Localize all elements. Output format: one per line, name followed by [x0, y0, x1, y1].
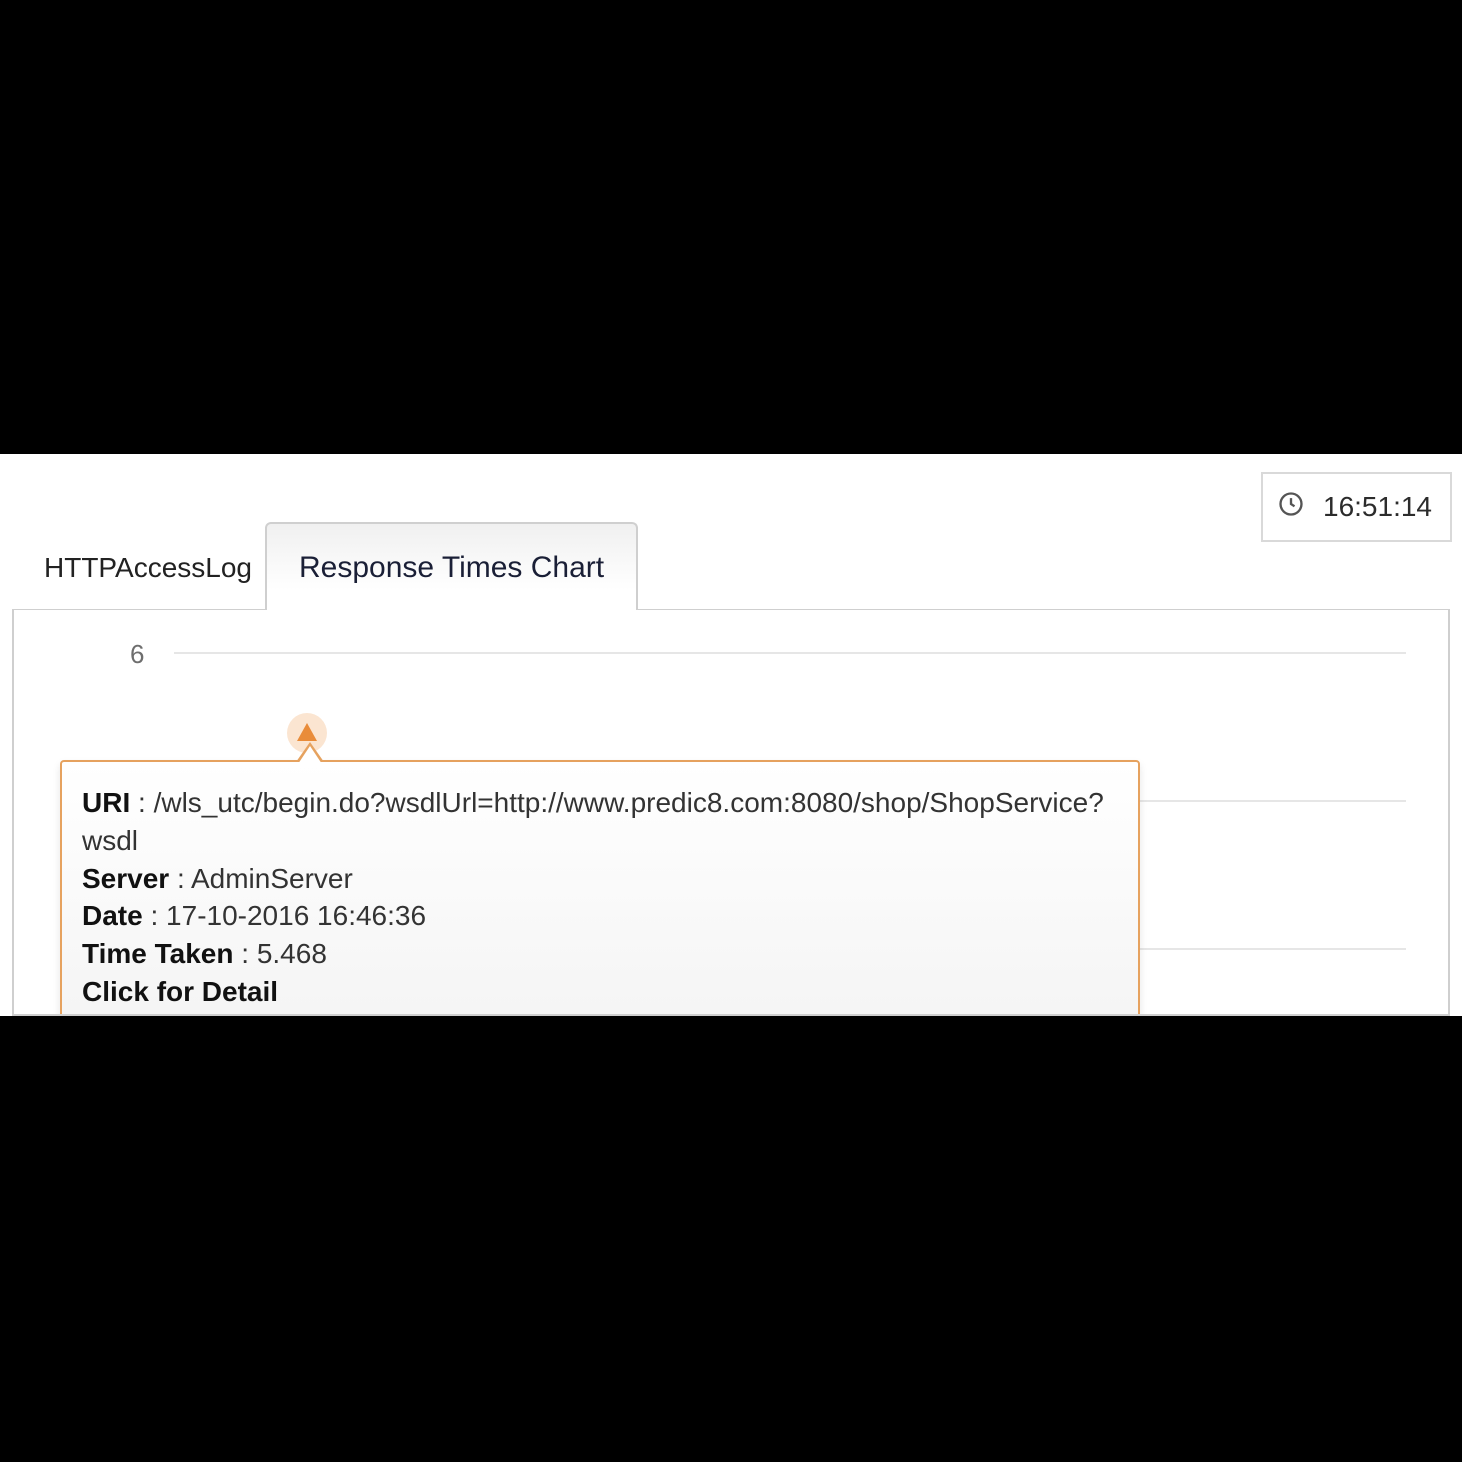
tooltip-time-taken-value: 5.468 — [257, 938, 327, 969]
tooltip-date-value: 17-10-2016 16:46:36 — [166, 900, 426, 931]
response-times-chart-panel: 6 ond) URI : /wls_utc/begin.do?wsdlUrl=h… — [12, 610, 1450, 1016]
tooltip-row-server: Server : AdminServer — [82, 860, 1108, 898]
y-tick-6: 6 — [130, 639, 144, 670]
tab-response-times-chart-label: Response Times Chart — [299, 551, 604, 585]
clock-time: 16:51:14 — [1323, 491, 1432, 523]
tooltip-click-for-detail[interactable]: Click for Detail — [82, 973, 278, 1011]
tooltip-uri-label: URI — [82, 787, 130, 818]
content-stage: 16:51:14 HTTPAccessLog Response Times Ch… — [0, 454, 1462, 1016]
tooltip-uri-value: /wls_utc/begin.do?wsdlUrl=http://www.pre… — [82, 787, 1104, 856]
tab-response-times-chart[interactable]: Response Times Chart — [265, 522, 638, 614]
clock-icon — [1277, 490, 1305, 525]
gridline — [174, 652, 1406, 654]
tooltip-date-label: Date — [82, 900, 143, 931]
tab-http-access-log[interactable]: HTTPAccessLog — [44, 552, 252, 584]
tooltip-row-date: Date : 17-10-2016 16:46:36 — [82, 897, 1108, 935]
tooltip-time-taken-label: Time Taken — [82, 938, 233, 969]
triangle-marker-icon — [297, 723, 317, 741]
tooltip-row-time-taken: Time Taken : 5.468 — [82, 935, 1108, 973]
tooltip-row-uri: URI : /wls_utc/begin.do?wsdlUrl=http://w… — [82, 784, 1108, 860]
clock-badge: 16:51:14 — [1261, 472, 1452, 542]
tooltip-server-label: Server — [82, 863, 169, 894]
chart-tooltip: URI : /wls_utc/begin.do?wsdlUrl=http://w… — [60, 760, 1140, 1016]
tooltip-server-value: AdminServer — [191, 863, 353, 894]
